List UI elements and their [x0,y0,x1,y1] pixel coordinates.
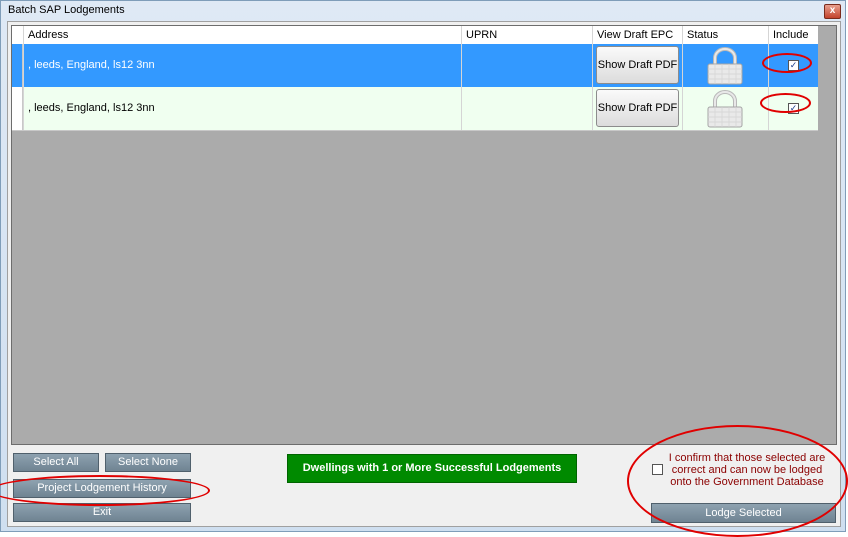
grid-header: Address UPRN View Draft EPC Status Inclu… [12,26,818,45]
column-header-address[interactable]: Address [23,26,461,44]
address-text: , leeds, England, ls12 3nn [28,59,155,71]
table-row[interactable]: , leeds, England, ls12 3nn Show Draft PD… [12,87,818,131]
confirm-label: I confirm that those selected are correc… [666,452,828,488]
column-header-view-draft-epc[interactable]: View Draft EPC [592,26,682,44]
include-cell: ✓ [768,87,818,130]
confirm-text-line: onto the Government Database [670,476,824,488]
table-row[interactable]: , leeds, England, ls12 3nn Show Draft PD… [12,44,818,87]
status-cell [682,87,768,130]
batch-lodgements-window: Batch SAP Lodgements x Address UPRN View… [0,0,846,532]
row-selector[interactable] [12,87,23,130]
address-text: , leeds, England, ls12 3nn [28,102,155,114]
include-checkbox[interactable]: ✓ [788,103,799,114]
address-cell[interactable]: , leeds, England, ls12 3nn [23,44,461,87]
lock-icon [707,47,743,85]
uprn-cell[interactable] [461,87,592,130]
row-selector[interactable] [12,44,23,87]
lodgements-grid: Address UPRN View Draft EPC Status Inclu… [11,25,837,445]
confirm-text-line: I confirm that those selected are [668,452,826,464]
view-draft-epc-cell: Show Draft PDF [592,44,682,87]
view-draft-epc-cell: Show Draft PDF [592,87,682,130]
column-header-uprn[interactable]: UPRN [461,26,592,44]
show-draft-pdf-button[interactable]: Show Draft PDF [596,89,679,127]
dwellings-successful-lodgements-button[interactable]: Dwellings with 1 or More Successful Lodg… [287,454,577,483]
select-all-button[interactable]: Select All [13,453,99,472]
window-title: Batch SAP Lodgements [8,4,125,16]
column-header-status[interactable]: Status [682,26,768,44]
status-cell [682,44,768,87]
select-none-button[interactable]: Select None [105,453,191,472]
include-cell: ✓ [768,44,818,87]
confirm-text-line: correct and can now be lodged [671,464,823,476]
close-button[interactable]: x [824,4,841,19]
lock-icon [707,90,743,128]
include-checkbox[interactable]: ✓ [788,60,799,71]
title-bar[interactable]: Batch SAP Lodgements x [1,1,845,21]
lodge-selected-button[interactable]: Lodge Selected [651,503,836,523]
address-cell[interactable]: , leeds, England, ls12 3nn [23,87,461,130]
confirm-checkbox[interactable] [652,464,663,475]
uprn-cell[interactable] [461,44,592,87]
show-draft-pdf-button[interactable]: Show Draft PDF [596,46,679,84]
exit-button[interactable]: Exit [13,503,191,522]
client-area: Address UPRN View Draft EPC Status Inclu… [7,21,841,527]
project-lodgement-history-button[interactable]: Project Lodgement History [13,479,191,498]
column-header-include[interactable]: Include [768,26,818,44]
